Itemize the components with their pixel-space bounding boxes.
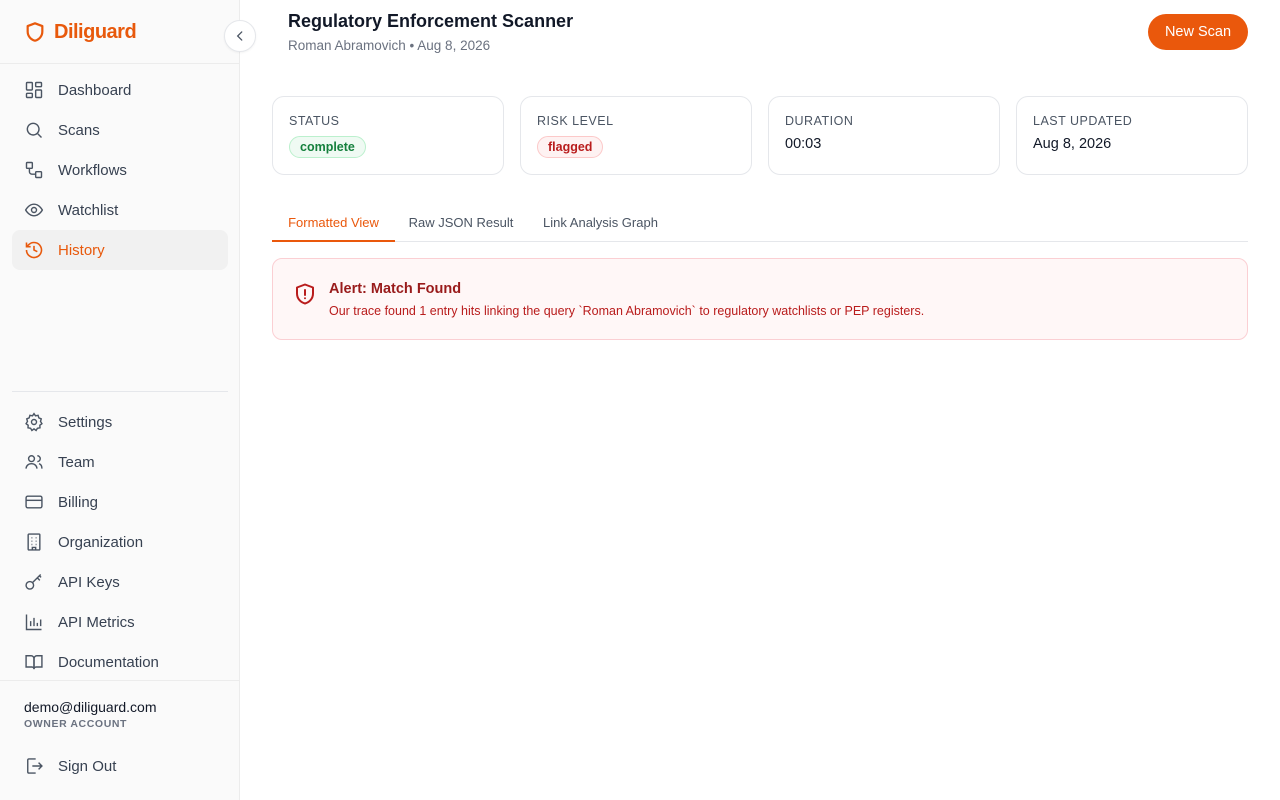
sidebar-item-label: Settings: [58, 413, 113, 431]
divider: [12, 391, 228, 392]
new-scan-button[interactable]: New Scan: [1148, 14, 1248, 50]
status-card: STATUS complete: [272, 96, 504, 175]
sidebar-item-label: Documentation: [58, 653, 159, 671]
sidebar-item-workflows[interactable]: Workflows: [12, 150, 228, 190]
sidebar-item-history[interactable]: History: [12, 230, 228, 270]
history-icon: [25, 241, 43, 259]
bar-chart-icon: [25, 614, 42, 631]
brand-name: Diliguard: [54, 20, 137, 43]
last-updated-card: LAST UPDATED Aug 8, 2026: [1016, 96, 1248, 175]
sidebar-item-label: Billing: [58, 493, 99, 511]
sidebar-item-label: History: [58, 241, 105, 259]
sidebar-item-watchlist[interactable]: Watchlist: [12, 190, 228, 230]
tab-link-analysis-graph[interactable]: Link Analysis Graph: [527, 204, 674, 241]
result-tabs: Formatted View Raw JSON Result Link Anal…: [272, 204, 1248, 242]
risk-level-card: RISK LEVEL flagged: [520, 96, 752, 175]
building-icon: [27, 533, 41, 551]
main-content: Regulatory Enforcement Scanner Roman Abr…: [240, 0, 1280, 800]
risk-badge: flagged: [537, 136, 604, 158]
sidebar: Diliguard Dashboard Scans Workflows Watc…: [0, 0, 240, 800]
sidebar-item-organization[interactable]: Organization: [12, 522, 228, 562]
card-label: LAST UPDATED: [1033, 114, 1133, 128]
sidebar-item-scans[interactable]: Scans: [12, 110, 228, 150]
card-label: RISK LEVEL: [537, 114, 614, 128]
account-email: demo@diliguard.com: [24, 699, 157, 715]
sign-out-label: Sign Out: [58, 757, 117, 775]
workflow-icon: [25, 161, 43, 179]
sidebar-item-label: Scans: [58, 121, 100, 139]
sidebar-item-label: API Metrics: [58, 613, 135, 631]
sidebar-item-label: Watchlist: [58, 201, 119, 219]
primary-nav: Dashboard Scans Workflows Watchlist Hist…: [12, 70, 228, 270]
shield-logo-icon: [26, 22, 44, 42]
gear-icon: [25, 412, 43, 432]
sidebar-item-api-metrics[interactable]: API Metrics: [12, 602, 228, 642]
divider: [0, 63, 239, 64]
collapse-sidebar-button[interactable]: [224, 20, 256, 52]
last-updated-value: Aug 8, 2026: [1033, 136, 1112, 152]
page-title: Regulatory Enforcement Scanner: [288, 11, 574, 31]
status-badge: complete: [289, 136, 366, 158]
log-out-icon: [27, 758, 43, 774]
card-label: DURATION: [785, 114, 854, 128]
search-icon: [26, 122, 43, 139]
alert-text: Our trace found 1 entry hits linking the…: [329, 304, 925, 318]
key-icon: [25, 573, 42, 590]
book-icon: [25, 655, 43, 670]
sidebar-item-label: Workflows: [58, 161, 127, 179]
sidebar-item-documentation[interactable]: Documentation: [12, 642, 228, 682]
card-label: STATUS: [289, 114, 340, 128]
match-alert: Alert: Match Found Our trace found 1 ent…: [272, 258, 1248, 340]
duration-value: 00:03: [785, 136, 822, 152]
page-subtitle: Roman Abramovich • Aug 8, 2026: [288, 38, 491, 53]
sidebar-item-label: Organization: [58, 533, 144, 551]
tab-formatted-view[interactable]: Formatted View: [272, 204, 395, 242]
tab-raw-json-result[interactable]: Raw JSON Result: [395, 204, 527, 241]
account-role: OWNER ACCOUNT: [24, 718, 128, 730]
secondary-nav: Settings Team Billing Organization API K…: [12, 402, 228, 682]
sidebar-item-billing[interactable]: Billing: [12, 482, 228, 522]
users-icon: [25, 455, 43, 469]
dashboard-icon: [25, 81, 43, 99]
duration-card: DURATION 00:03: [768, 96, 1000, 175]
sidebar-item-settings[interactable]: Settings: [12, 402, 228, 442]
sidebar-item-api-keys[interactable]: API Keys: [12, 562, 228, 602]
eye-icon: [24, 203, 44, 217]
sidebar-item-label: Dashboard: [58, 81, 132, 99]
brand-logo[interactable]: Diliguard: [24, 18, 137, 46]
sidebar-item-label: Team: [58, 453, 95, 471]
alert-title: Alert: Match Found: [329, 281, 462, 297]
credit-card-icon: [25, 495, 43, 509]
sign-out-button[interactable]: Sign Out: [12, 746, 228, 786]
chevron-left-icon: [236, 31, 243, 41]
shield-alert-icon: [296, 283, 314, 305]
sidebar-item-team[interactable]: Team: [12, 442, 228, 482]
signout-section: Sign Out: [12, 746, 228, 786]
sidebar-item-label: API Keys: [58, 573, 120, 591]
divider: [0, 680, 239, 681]
sidebar-item-dashboard[interactable]: Dashboard: [12, 70, 228, 110]
